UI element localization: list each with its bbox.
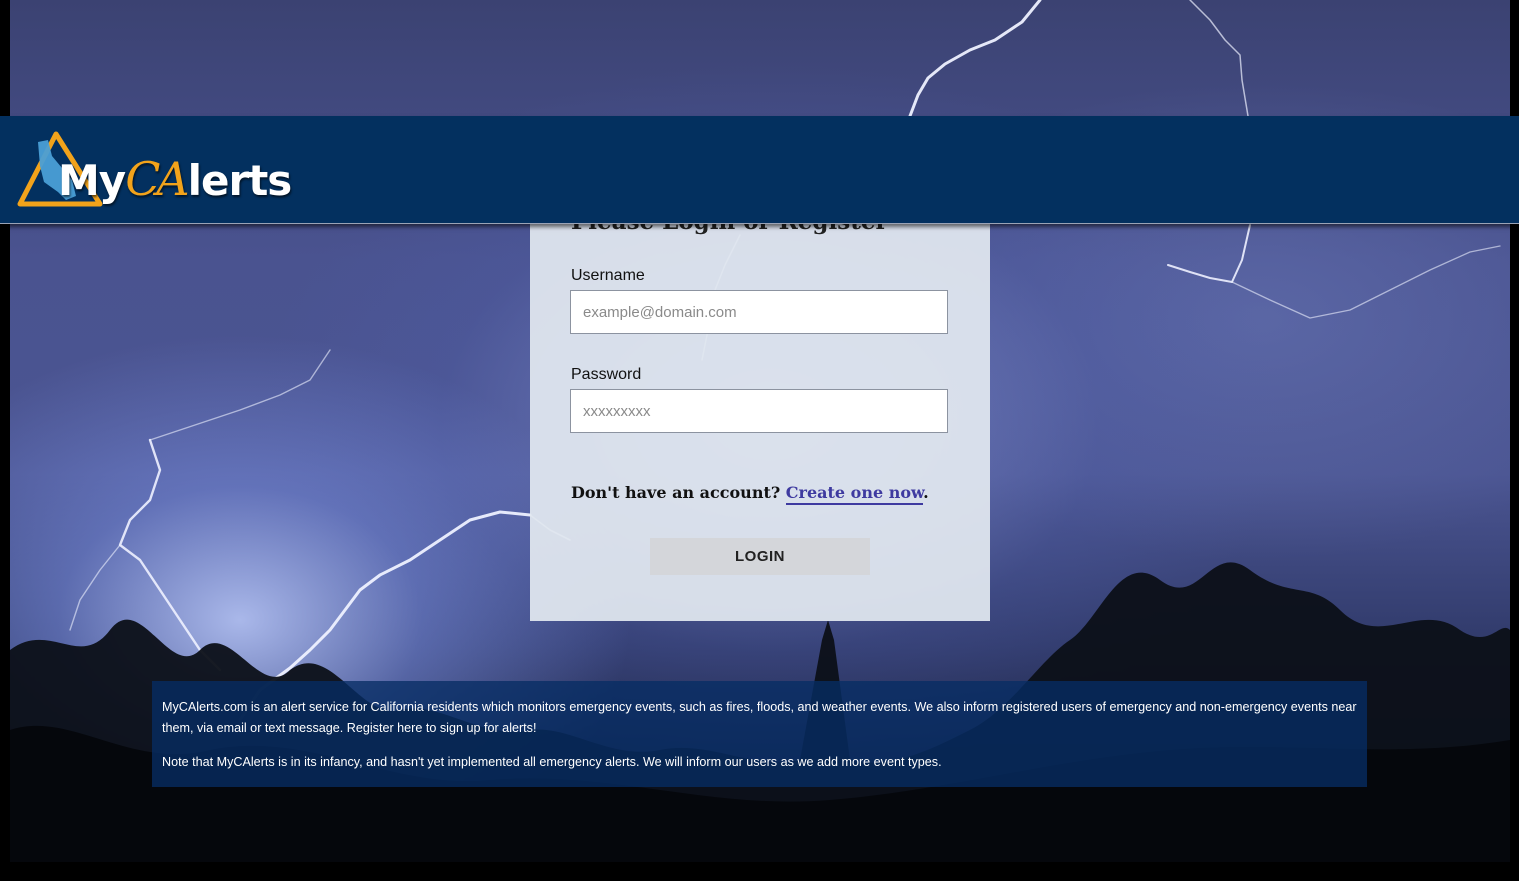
username-label: Username [571,267,645,284]
info-box: MyCAlerts.com is an alert service for Ca… [152,681,1367,787]
site-header: MyCAlerts [0,116,1519,224]
mycalerts-logo[interactable]: MyCAlerts [14,130,292,212]
logo-my: My [58,156,126,205]
password-input[interactable] [570,389,948,433]
create-account-link[interactable]: Create one now [785,483,924,505]
username-input[interactable] [570,290,948,334]
register-prompt-text: Don't have an account? [571,483,781,502]
password-label: Password [571,366,642,383]
info-paragraph-about: MyCAlerts.com is an alert service for Ca… [162,700,1357,735]
login-panel: Please Login or Register Username Passwo… [530,190,990,621]
logo-wordmark: MyCAlerts [58,152,293,206]
logo-ca: CA [125,152,189,206]
logo-lerts: lerts [187,156,293,205]
page: MyCAlerts Please Login or Register Usern… [0,0,1519,881]
register-prompt-period: . [923,483,929,502]
login-button[interactable]: LOGIN [650,538,870,575]
register-prompt: Don't have an account? Create one now. [571,483,929,505]
info-paragraph-note: Note that MyCAlerts is in its infancy, a… [162,755,942,769]
